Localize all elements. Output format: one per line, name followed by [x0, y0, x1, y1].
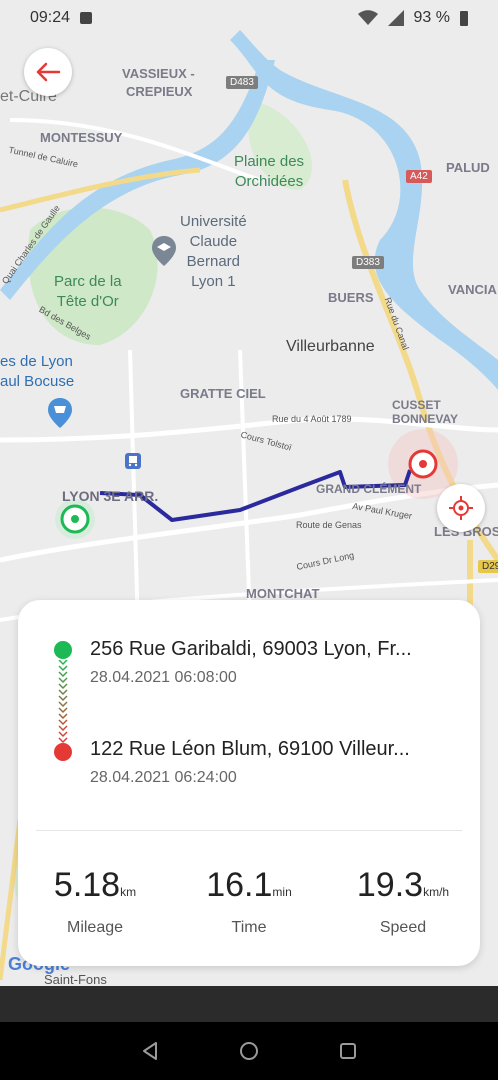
- image-icon: [80, 12, 93, 24]
- battery-icon: [460, 10, 468, 26]
- status-bar: 09:24 93 %: [0, 0, 498, 36]
- start-marker-dot: [71, 515, 79, 523]
- time-label: Time: [231, 919, 267, 936]
- nav-recents-icon[interactable]: [337, 1040, 359, 1062]
- stat-time: 16.1min Time: [174, 866, 324, 937]
- speed-label: Speed: [379, 919, 427, 936]
- map-label-universite: Université Claude Bernard Lyon 1: [180, 213, 247, 290]
- stat-mileage: 5.18km Mileage: [20, 866, 170, 937]
- map-label-grand-clement: GRAND CLÉMENT: [316, 482, 422, 496]
- map-label-lyon3: LYON 3E ARR.: [62, 488, 159, 504]
- road-shield-a42: A42: [406, 170, 432, 183]
- map-label-vancia: VANCIA: [448, 282, 497, 297]
- map-label-vassieux: VASSIEUX -: [122, 66, 195, 81]
- map-label-halles: es de Lyon aul Bocuse: [0, 353, 75, 390]
- start-address: 256 Rue Garibaldi, 69003 Lyon, Fr...: [90, 638, 412, 660]
- status-time: 09:24: [30, 9, 71, 26]
- end-time: 28.04.2021 06:24:00: [90, 769, 237, 786]
- route-connector: [58, 660, 68, 744]
- road-shield-d29: D29: [478, 560, 498, 573]
- nav-home-icon[interactable]: [238, 1040, 260, 1062]
- mileage-unit: km: [120, 885, 137, 899]
- map-label-crepieux: CREPIEUX: [126, 84, 193, 99]
- start-time: 28.04.2021 06:08:00: [90, 669, 237, 686]
- shopping-pin-icon[interactable]: [46, 396, 74, 430]
- map-label-gratte-ciel: GRATTE CIEL: [180, 386, 266, 401]
- trip-card: 256 Rue Garibaldi, 69003 Lyon, Fr... 28.…: [18, 600, 480, 966]
- back-arrow-icon: [36, 62, 61, 82]
- transit-icon[interactable]: [124, 452, 142, 470]
- map-label-cusset: CUSSET BONNEVAY: [392, 398, 459, 426]
- locate-button[interactable]: [437, 484, 485, 532]
- university-pin-icon[interactable]: [150, 234, 178, 268]
- stat-speed: 19.3km/h Speed: [328, 866, 478, 937]
- time-unit: min: [272, 885, 292, 899]
- back-button[interactable]: [24, 48, 72, 96]
- map-label-villeurbanne: Villeurbanne: [286, 338, 375, 355]
- end-stop: 122 Rue Léon Blum, 69100 Villeur... 28.0…: [90, 738, 410, 787]
- map-label-montchat: MONTCHAT: [246, 586, 320, 601]
- battery-percent: 93 %: [413, 9, 450, 26]
- nav-back-icon[interactable]: [139, 1040, 161, 1062]
- start-dot: [54, 641, 72, 659]
- map-label-palud: PALUD: [446, 160, 490, 175]
- bottom-strip: [0, 986, 498, 1022]
- road-shield-d483: D483: [226, 76, 258, 89]
- speed-value: 19.3: [356, 866, 424, 904]
- map-label-route-genas: Route de Genas: [296, 520, 362, 530]
- map-label-buers: BUERS: [328, 290, 374, 305]
- divider: [36, 830, 462, 831]
- wifi-icon: [357, 10, 378, 25]
- end-address: 122 Rue Léon Blum, 69100 Villeur...: [90, 738, 410, 760]
- mileage-label: Mileage: [66, 919, 124, 936]
- time-value: 16.1: [206, 866, 273, 904]
- speed-unit: km/h: [423, 885, 450, 899]
- crosshair-icon: [449, 496, 473, 520]
- map-label-parc: Parc de la Tête d'Or: [54, 273, 122, 310]
- mileage-value: 5.18: [53, 866, 121, 904]
- system-nav-bar: [0, 1022, 498, 1080]
- map-label-plaine: Plaine des Orchidées: [234, 153, 305, 190]
- end-marker-dot: [419, 460, 427, 468]
- map-label-montessuy: MONTESSUY: [40, 130, 123, 145]
- screen: VASSIEUX - CREPIEUX et-Cuire MONTESSUY T…: [0, 0, 498, 1080]
- map-label-rue-4-aout: Rue du 4 Août 1789: [272, 414, 352, 424]
- road-shield-d383: D383: [352, 256, 384, 269]
- signal-icon: [387, 10, 404, 26]
- end-dot: [54, 743, 72, 761]
- start-stop: 256 Rue Garibaldi, 69003 Lyon, Fr... 28.…: [90, 638, 412, 687]
